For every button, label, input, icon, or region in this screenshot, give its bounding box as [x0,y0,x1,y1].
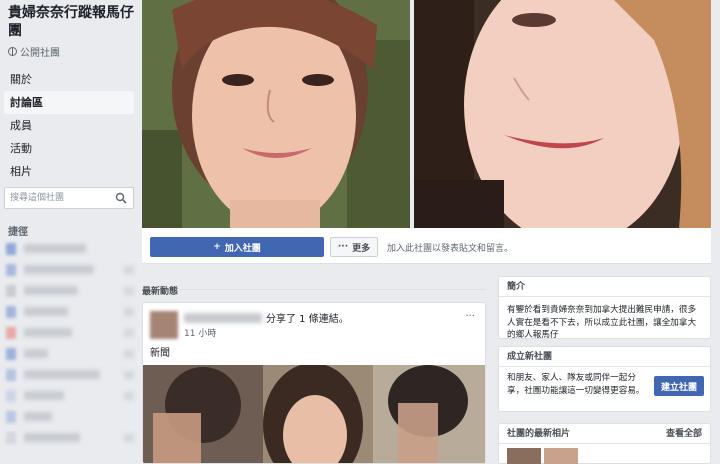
more-button[interactable]: ··· 更多 [330,237,378,257]
group-nav: 關於 討論區 成員 活動 相片 [4,68,134,183]
join-group-button[interactable]: + 加入社團 [150,237,324,257]
group-privacy: 公開社團 [8,44,60,59]
join-hint: 加入此社團以發表貼文和留言。 [387,244,514,254]
create-group-text: 和朋友、家人、隊友或同伴一起分享，社團功能讓這一切變得更容易。 [507,373,645,396]
shortcut-item[interactable] [6,322,134,343]
intro-title: 簡介 [499,277,710,297]
see-all-link[interactable]: 查看全部 [666,424,702,444]
post-time[interactable]: 11 小時 [184,326,216,339]
nav-item-about[interactable]: 關於 [4,68,134,91]
group-search-input[interactable] [5,188,109,208]
shortcuts-title: 捷徑 [8,227,28,238]
post-shared-text: 分享了 1 條連結。 [266,314,349,325]
post-photo[interactable] [143,365,485,463]
feed-post: 分享了 1 條連結。 11 小時 ··· 新聞 [142,302,486,464]
shortcut-item[interactable] [6,427,134,448]
nav-item-photos[interactable]: 相片 [4,160,134,183]
nav-item-discussion[interactable]: 討論區 [4,91,134,114]
divider [180,289,486,290]
shortcut-item[interactable] [6,259,134,280]
group-privacy-label: 公開社團 [20,48,60,59]
search-icon[interactable] [115,192,127,204]
group-title[interactable]: 貴婦奈奈行蹤報馬仔團 [8,4,136,40]
plus-icon: + [213,242,221,252]
nav-item-events[interactable]: 活動 [4,137,134,160]
portrait-image [142,0,410,228]
feed-title: 最新動態 [142,287,179,297]
join-group-label: 加入社團 [224,243,261,254]
globe-icon [8,47,17,56]
more-label: 更多 [352,243,371,254]
group-search [4,187,134,209]
post-author[interactable] [184,313,262,323]
nav-item-members[interactable]: 成員 [4,114,134,137]
create-group-button[interactable]: 建立社團 [654,376,704,396]
shortcut-item[interactable] [6,301,134,322]
post-text: 新聞 [150,348,170,359]
create-group-card: 成立新社團 和朋友、家人、隊友或同伴一起分享，社團功能讓這一切變得更容易。 建立… [498,346,711,412]
left-sidebar: 貴婦奈奈行蹤報馬仔團 公開社團 關於 討論區 成員 活動 相片 捷徑 [0,0,140,464]
cover-photo-right [414,0,711,228]
shortcut-item[interactable] [6,238,134,259]
shortcuts-list [6,238,134,448]
photo-thumbnails [507,448,578,464]
shortcut-item[interactable] [6,343,134,364]
post-time-label: 11 小時 [184,329,217,339]
photo-thumbnail[interactable] [507,448,541,464]
intro-card: 簡介 有鑒於看到貴婦奈奈到加拿大提出難民申請，很多人實在是看不下去，所以成立此社… [498,276,711,340]
intro-text: 有鑒於看到貴婦奈奈到加拿大提出難民申請，很多人實在是看不下去，所以成立此社團，讓… [507,305,697,340]
cover-photo[interactable] [142,0,711,228]
ellipsis-icon: ··· [337,242,349,252]
group-action-bar: + 加入社團 ··· 更多 加入此社團以發表貼文和留言。 [142,228,711,264]
create-group-title: 成立新社團 [499,347,710,367]
shortcut-item[interactable] [6,364,134,385]
post-options-icon[interactable]: ··· [465,311,475,322]
shortcut-item[interactable] [6,406,134,427]
group-photo-image [143,365,485,463]
recent-photos-card: 社團的最新相片 查看全部 [498,423,711,464]
shortcut-item[interactable] [6,280,134,301]
portrait-image [414,0,711,228]
cover-photo-left [142,0,410,228]
avatar[interactable] [150,311,178,339]
shortcut-item[interactable] [6,385,134,406]
photo-thumbnail[interactable] [544,448,578,464]
